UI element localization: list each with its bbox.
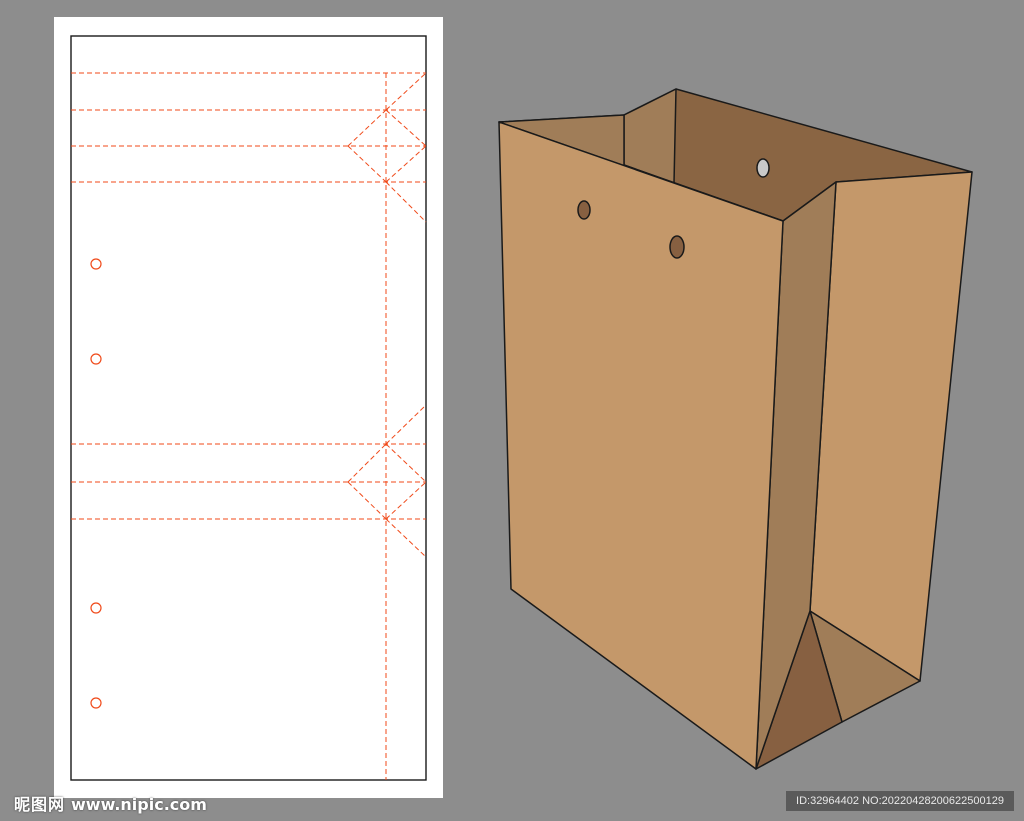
bag-handle-hole bbox=[577, 200, 591, 220]
handle-hole bbox=[90, 258, 102, 270]
bag-right-panel bbox=[809, 171, 973, 682]
gusset-diagonal bbox=[385, 404, 427, 445]
bag-handle-hole bbox=[669, 235, 685, 259]
site-watermark: 昵图网 www.nipic.com bbox=[14, 791, 207, 815]
bag-front-panel bbox=[498, 121, 784, 770]
site-url: www.nipic.com bbox=[71, 795, 207, 814]
fold-lines bbox=[71, 72, 427, 780]
gusset-diagonal bbox=[385, 72, 427, 111]
gusset-diagonal bbox=[347, 481, 387, 520]
image-id-badge: ID:32964402 NO:20220428200622500129 bbox=[786, 791, 1014, 811]
bag-handle-hole bbox=[756, 158, 770, 178]
gusset-diagonal bbox=[347, 109, 387, 147]
gusset-diagonal bbox=[347, 145, 387, 183]
handle-hole bbox=[90, 602, 102, 614]
handle-hole bbox=[90, 353, 102, 365]
gusset-diagonal bbox=[385, 481, 427, 520]
handle-hole bbox=[90, 697, 102, 709]
gusset-diagonal bbox=[385, 109, 427, 147]
gusset-diagonal bbox=[385, 518, 427, 558]
dieline bbox=[70, 35, 427, 781]
bag-diagram bbox=[70, 35, 973, 781]
site-name: 昵图网 bbox=[14, 795, 66, 814]
gusset-diagonal bbox=[347, 443, 387, 483]
gusset-diagonal bbox=[385, 443, 427, 483]
dieline-outline bbox=[70, 35, 427, 781]
gusset-diagonal bbox=[385, 181, 427, 223]
gusset-diagonal bbox=[385, 145, 427, 183]
paper-bag-3d bbox=[498, 88, 973, 770]
handle-holes bbox=[90, 258, 102, 709]
